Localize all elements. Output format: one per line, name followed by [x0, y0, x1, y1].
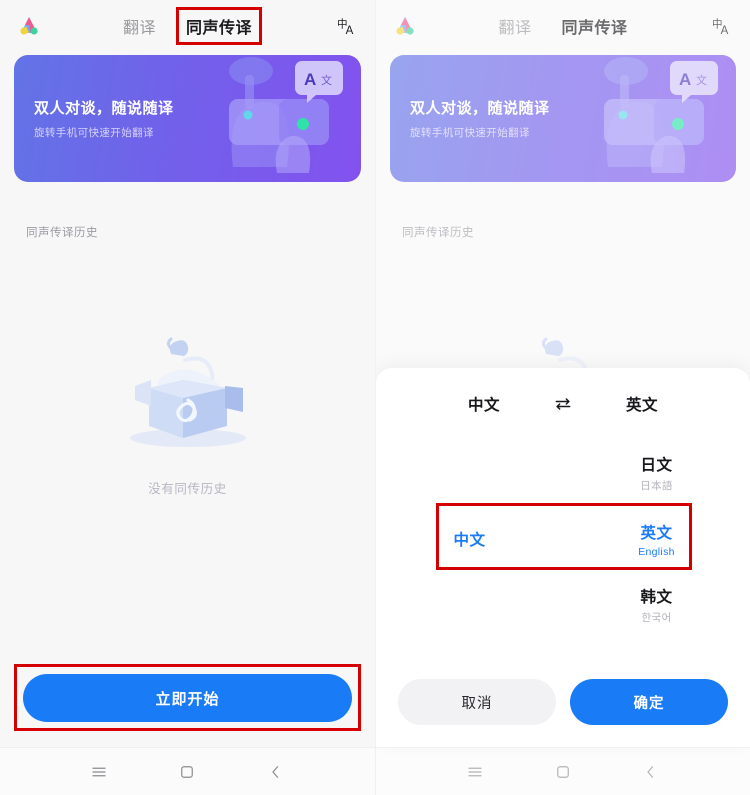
language-picker-header: 中文 英文 — [376, 368, 750, 440]
svg-text:A: A — [304, 70, 316, 89]
banner-subtitle: 旋转手机可快速开始翻译 — [34, 127, 154, 139]
screenshot-root: 翻译 同声传译 中 A 双人对谈，随说随译 旋转手机可快速开始翻译 A 文 同声… — [0, 0, 750, 795]
source-language-column[interactable]: 中文 — [376, 440, 563, 638]
sheet-action-row: 取消 确定 — [376, 679, 750, 725]
picker-option-secondary: English — [638, 545, 675, 558]
language-picker-wheels: 中文 日文 日本語 英文 English 韩文 한국어 — [376, 440, 750, 638]
banner-illustration: A 文 — [171, 55, 361, 182]
picker-option-secondary: 한국어 — [641, 612, 672, 624]
open-box-illustration-icon — [113, 320, 263, 460]
empty-state-text: 没有同传历史 — [148, 482, 227, 496]
picker-option-target[interactable]: 英文 English — [563, 506, 750, 572]
target-language-label[interactable]: 英文 — [616, 393, 668, 415]
system-nav-bar — [0, 747, 375, 795]
banner-title: 双人对谈，随说随译 — [34, 100, 174, 117]
picker-option-target[interactable]: 日文 日本語 — [563, 440, 750, 506]
confirm-button[interactable]: 确定 — [570, 679, 728, 725]
phone-screen-left: 翻译 同声传译 中 A 双人对谈，随说随译 旋转手机可快速开始翻译 A 文 同声… — [0, 0, 375, 795]
picker-option-primary: 英文 — [640, 524, 673, 542]
picker-option-primary: 韩文 — [640, 589, 673, 606]
top-bar: 翻译 同声传译 中 A — [0, 0, 375, 52]
chevron-left-icon[interactable] — [263, 759, 289, 785]
picker-option-secondary: 日本語 — [640, 480, 673, 492]
picker-option-source[interactable]: 中文 — [376, 506, 563, 572]
svg-text:A: A — [345, 25, 353, 37]
menu-icon[interactable] — [86, 759, 112, 785]
language-picker-sheet: 中文 英文 中文 日文 日本語 英文 English 韩文 한국어 取消 确定 — [376, 368, 750, 747]
source-language-label[interactable]: 中文 — [458, 393, 510, 415]
translate-language-icon[interactable]: 中 A — [333, 12, 361, 40]
tab-translate[interactable]: 翻译 — [117, 10, 162, 42]
empty-state: 没有同传历史 — [0, 320, 375, 497]
picker-option-primary: 日文 — [640, 457, 673, 474]
promo-banner[interactable]: 双人对谈，随说随译 旋转手机可快速开始翻译 A 文 — [14, 55, 361, 182]
square-home-icon[interactable] — [174, 759, 200, 785]
history-section-label: 同声传译历史 — [26, 227, 98, 239]
banner-text-block: 双人对谈，随说随译 旋转手机可快速开始翻译 — [34, 97, 174, 140]
tab-simultaneous-interpretation[interactable]: 同声传译 — [180, 10, 258, 42]
picker-option-primary: 中文 — [453, 532, 486, 549]
start-button[interactable]: 立即开始 — [23, 674, 352, 722]
swap-horizontal-icon[interactable] — [552, 393, 574, 415]
colorful-a-logo-icon[interactable] — [14, 11, 44, 41]
cancel-button[interactable]: 取消 — [398, 679, 556, 725]
phone-screen-right: 翻译 同声传译 中 A 双人对谈，随说随译 旋转手机可快速开始翻译 A 文 同声… — [375, 0, 750, 795]
tab-bar: 翻译 同声传译 — [0, 0, 375, 52]
picker-option-target[interactable]: 韩文 한국어 — [563, 572, 750, 638]
svg-text:文: 文 — [321, 73, 332, 87]
target-language-column[interactable]: 日文 日本語 英文 English 韩文 한국어 — [563, 440, 750, 638]
